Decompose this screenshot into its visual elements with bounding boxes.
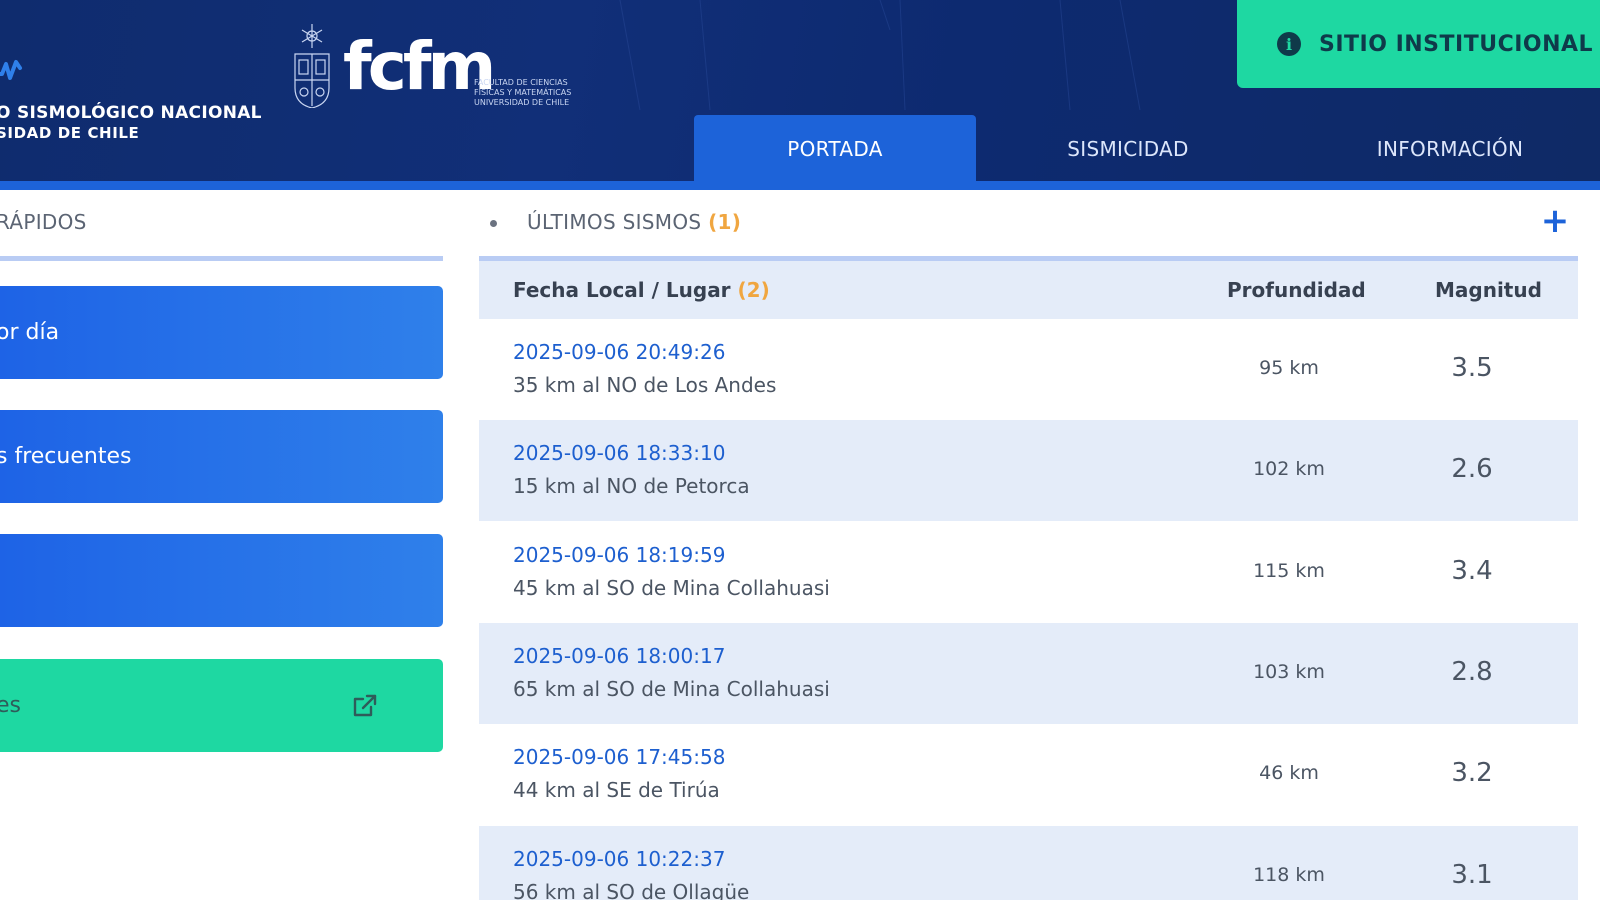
institutional-site-label: SITIO INSTITUCIONAL: [1319, 31, 1594, 57]
quick-link-label: or día: [0, 320, 60, 345]
fcfm-logo-subtitle: FACULTAD DE CIENCIAS FÍSICAS Y MATEMÁTIC…: [474, 78, 572, 107]
quake-date-link[interactable]: 2025-09-06 20:49:26: [513, 340, 725, 364]
quake-place: 56 km al SO de Ollagüe: [513, 880, 750, 900]
quake-magnitude: 3.5: [1451, 353, 1493, 383]
quake-depth: 118 km: [1253, 864, 1325, 886]
quake-date-link[interactable]: 2025-09-06 17:45:58: [513, 745, 725, 769]
quake-date-link[interactable]: 2025-09-06 18:00:17: [513, 644, 725, 668]
quake-date-link[interactable]: 2025-09-06 18:33:10: [513, 441, 725, 465]
csn-wave-logo-icon: [0, 60, 22, 80]
latest-quakes-title: ÚLTIMOS SISMOS (1): [527, 210, 741, 234]
column-header-fecha-text: Fecha Local / Lugar: [513, 278, 731, 302]
left-divider: [0, 256, 443, 261]
table-row[interactable]: 2025-09-06 18:00:17 65 km al SO de Mina …: [479, 623, 1578, 724]
quake-magnitude: 2.8: [1451, 657, 1493, 687]
table-row[interactable]: 2025-09-06 18:19:59 45 km al SO de Mina …: [479, 522, 1578, 623]
column-header-fecha-note: (2): [737, 278, 770, 302]
institutional-site-button[interactable]: i SITIO INSTITUCIONAL: [1237, 0, 1600, 88]
quick-link-label: es: [0, 693, 21, 718]
quake-place: 35 km al NO de Los Andes: [513, 373, 777, 397]
quake-place: 15 km al NO de Petorca: [513, 474, 750, 498]
latest-quakes-title-text: ÚLTIMOS SISMOS: [527, 210, 702, 234]
quick-link-faq[interactable]: s frecuentes: [0, 410, 443, 503]
site-header: O SISMOLÓGICO NACIONAL SIDAD DE CHILE fc…: [0, 0, 1600, 190]
quake-depth: 102 km: [1253, 458, 1325, 480]
quake-place: 45 km al SO de Mina Collahuasi: [513, 576, 830, 600]
quick-link-third[interactable]: [0, 534, 443, 627]
quick-link-external[interactable]: es: [0, 659, 443, 752]
column-header-magnitud: Magnitud: [1435, 278, 1542, 302]
university-shield-logo-icon: [294, 24, 330, 108]
section-bullet: [490, 220, 497, 227]
quick-links-title: RÁPIDOS: [0, 210, 87, 234]
quick-link-label: s frecuentes: [0, 444, 132, 469]
quick-link-by-day[interactable]: or día: [0, 286, 443, 379]
header-accent-bar: [0, 181, 1600, 190]
org-name-line2: SIDAD DE CHILE: [0, 124, 140, 142]
tab-sismicidad[interactable]: SISMICIDAD: [1000, 115, 1256, 182]
column-header-fecha: Fecha Local / Lugar (2): [513, 278, 770, 302]
quake-depth: 103 km: [1253, 661, 1325, 683]
quake-place: 44 km al SE de Tirúa: [513, 778, 720, 802]
quake-depth: 115 km: [1253, 560, 1325, 582]
quakes-table-header: Fecha Local / Lugar (2) Profundidad Magn…: [479, 261, 1578, 319]
table-row[interactable]: 2025-09-06 20:49:26 35 km al NO de Los A…: [479, 319, 1578, 420]
table-row[interactable]: 2025-09-06 17:45:58 44 km al SE de Tirúa…: [479, 724, 1578, 825]
quake-place: 65 km al SO de Mina Collahuasi: [513, 677, 830, 701]
table-row[interactable]: 2025-09-06 10:22:37 56 km al SO de Ollag…: [479, 826, 1578, 900]
external-link-icon: [353, 694, 377, 717]
latest-quakes-note: (1): [708, 210, 742, 234]
info-icon: i: [1277, 32, 1301, 56]
quake-date-link[interactable]: 2025-09-06 10:22:37: [513, 847, 725, 871]
quake-magnitude: 3.1: [1451, 860, 1493, 890]
tab-informacion[interactable]: INFORMACIÓN: [1300, 115, 1600, 182]
org-name-line1: O SISMOLÓGICO NACIONAL: [0, 103, 262, 123]
quake-magnitude: 2.6: [1451, 454, 1493, 484]
column-header-profundidad: Profundidad: [1227, 278, 1366, 302]
table-row[interactable]: 2025-09-06 18:33:10 15 km al NO de Petor…: [479, 420, 1578, 521]
quake-magnitude: 3.4: [1451, 556, 1493, 586]
quake-depth: 46 km: [1259, 762, 1319, 784]
quake-magnitude: 3.2: [1451, 758, 1493, 788]
more-quakes-plus-icon[interactable]: +: [1540, 204, 1570, 238]
tab-portada[interactable]: PORTADA: [694, 115, 976, 182]
quake-date-link[interactable]: 2025-09-06 18:19:59: [513, 543, 725, 567]
quake-depth: 95 km: [1259, 357, 1319, 379]
fcfm-logo-wordmark: fcfm: [343, 28, 496, 105]
